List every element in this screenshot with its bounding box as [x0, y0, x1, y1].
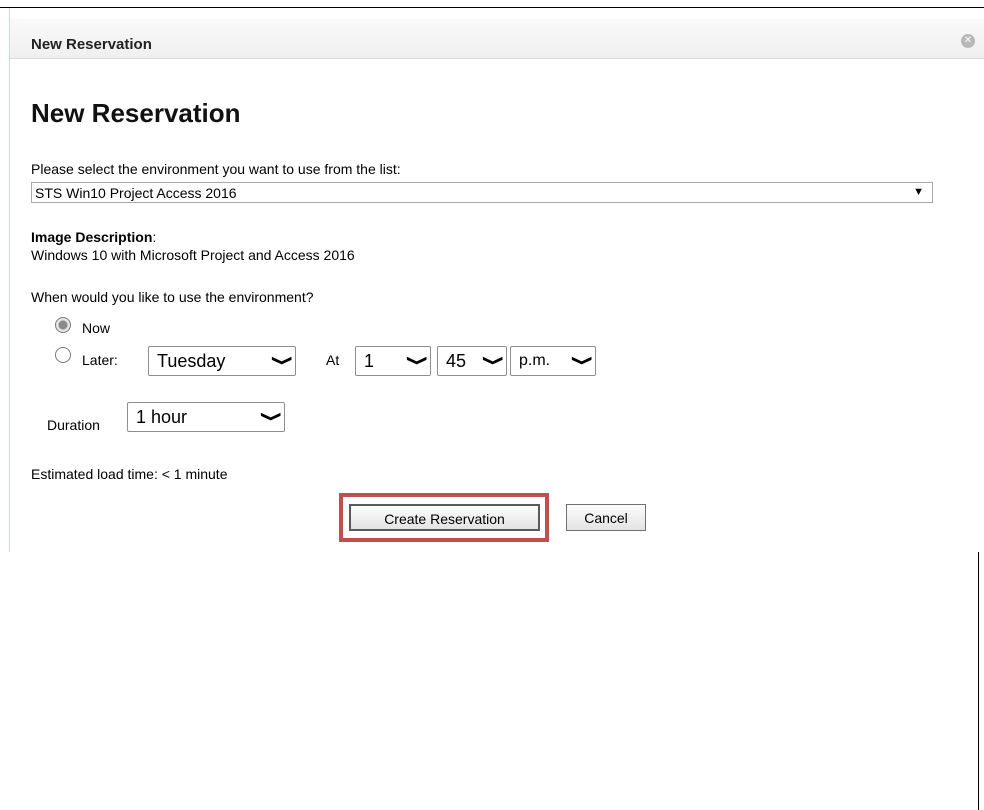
description-text: Windows 10 with Microsoft Project and Ac… [31, 247, 355, 263]
hour-select[interactable]: 1 ❯ [355, 346, 431, 376]
chevron-down-icon: ❯ [483, 354, 507, 367]
cancel-button[interactable]: Cancel [566, 504, 646, 531]
close-icon[interactable]: ✕ [961, 34, 975, 48]
chevron-down-icon: ❯ [572, 354, 596, 367]
now-label: Now [82, 320, 111, 336]
day-value: Tuesday [157, 351, 226, 371]
dialog-titlebar: New Reservation ✕ [10, 19, 984, 59]
later-label: Later: [82, 352, 118, 368]
chevron-down-icon: ❯ [261, 410, 285, 423]
chevron-down-icon: ❯ [407, 354, 431, 367]
environment-select[interactable]: STS Win10 Project Access 2016 ▼ [31, 182, 933, 203]
minute-value: 45 [446, 351, 467, 371]
at-label: At [326, 352, 340, 368]
environment-prompt: Please select the environment you want t… [31, 161, 401, 177]
description-label-colon: : [152, 229, 157, 245]
duration-select[interactable]: 1 hour ❯ [127, 402, 285, 432]
later-radio[interactable] [55, 347, 71, 363]
dropdown-arrow-icon: ▼ [913, 186, 924, 198]
estimated-load-time: Estimated load time: < 1 minute [31, 466, 228, 482]
when-prompt: When would you like to use the environme… [31, 289, 314, 305]
environment-selected-value: STS Win10 Project Access 2016 [35, 185, 237, 201]
day-select[interactable]: Tuesday ❯ [148, 346, 296, 376]
chevron-down-icon: ❯ [272, 354, 296, 367]
page-title: New Reservation [31, 98, 241, 128]
ampm-select[interactable]: p.m. ❯ [510, 346, 596, 376]
dialog-title: New Reservation [31, 36, 152, 53]
ampm-value: p.m. [519, 352, 551, 369]
hour-value: 1 [364, 351, 375, 371]
description-label: Image Description: [31, 229, 156, 245]
page-right-rule [978, 552, 979, 810]
duration-value: 1 hour [136, 407, 188, 427]
duration-label: Duration [47, 417, 100, 433]
create-reservation-button[interactable]: Create Reservation [349, 504, 540, 531]
new-reservation-dialog: New Reservation ✕ New Reservation Please… [9, 8, 984, 552]
description-label-text: Image Description [31, 229, 153, 245]
now-radio[interactable] [55, 317, 71, 333]
top-border [0, 0, 984, 8]
minute-select[interactable]: 45 ❯ [437, 346, 507, 376]
